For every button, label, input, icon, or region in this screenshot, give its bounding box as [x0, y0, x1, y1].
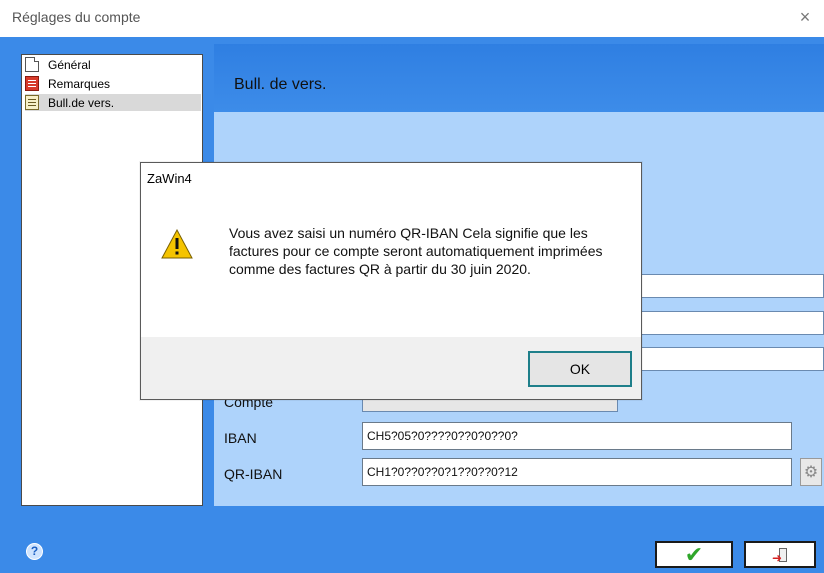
hidden-field-2[interactable] [638, 311, 824, 335]
tree-item-remarques[interactable]: Remarques [25, 75, 201, 92]
dialog-message: Vous avez saisi un numéro QR-IBAN Cela s… [229, 225, 603, 277]
tree-item-label: Remarques [48, 76, 111, 91]
account-settings-window: Réglages du compte × Général Remarques B… [0, 0, 824, 573]
qr-iban-field[interactable]: CH1?0??0??0?1??0??0?12 [362, 458, 792, 486]
bottom-toolbar: ? ✔ ➜ [0, 506, 824, 573]
qr-iban-label: QR-IBAN [224, 466, 283, 482]
message-dialog: ZaWin4 Vous avez saisi un numéro QR-IBAN… [140, 162, 642, 400]
confirm-button[interactable]: ✔ [655, 541, 733, 568]
tree-item-bull-de-vers[interactable]: Bull.de vers. [25, 94, 201, 111]
notes-icon [25, 76, 39, 91]
section-header: Bull. de vers. [214, 44, 824, 112]
exit-button[interactable]: ➜ [744, 541, 816, 568]
hidden-field-3[interactable] [638, 347, 824, 371]
iban-field[interactable]: CH5?05?0????0??0?0??0? [362, 422, 792, 450]
iban-label: IBAN [224, 430, 257, 446]
tree-item-general[interactable]: Général [25, 56, 201, 73]
gear-icon[interactable]: ⚙ [800, 458, 822, 486]
ok-button[interactable]: OK [528, 351, 632, 387]
exit-door-icon: ➜ [772, 547, 788, 564]
tree-item-label: Général [48, 57, 91, 72]
dialog-body: Vous avez saisi un numéro QR-IBAN Cela s… [141, 193, 641, 337]
dialog-title-bar: ZaWin4 [141, 163, 641, 193]
dialog-footer: OK [141, 337, 641, 399]
section-title: Bull. de vers. [234, 76, 327, 93]
window-title: Réglages du compte [12, 9, 141, 25]
close-icon[interactable]: × [792, 4, 818, 30]
warning-icon [161, 229, 193, 259]
checkmark-icon: ✔ [684, 541, 704, 567]
page-icon [25, 57, 39, 72]
hidden-field-1[interactable] [638, 274, 824, 298]
tree-item-label: Bull.de vers. [48, 95, 115, 110]
help-icon[interactable]: ? [26, 543, 43, 560]
payment-slip-icon [25, 95, 39, 110]
title-bar: Réglages du compte × [0, 0, 824, 37]
dialog-title: ZaWin4 [147, 171, 192, 186]
